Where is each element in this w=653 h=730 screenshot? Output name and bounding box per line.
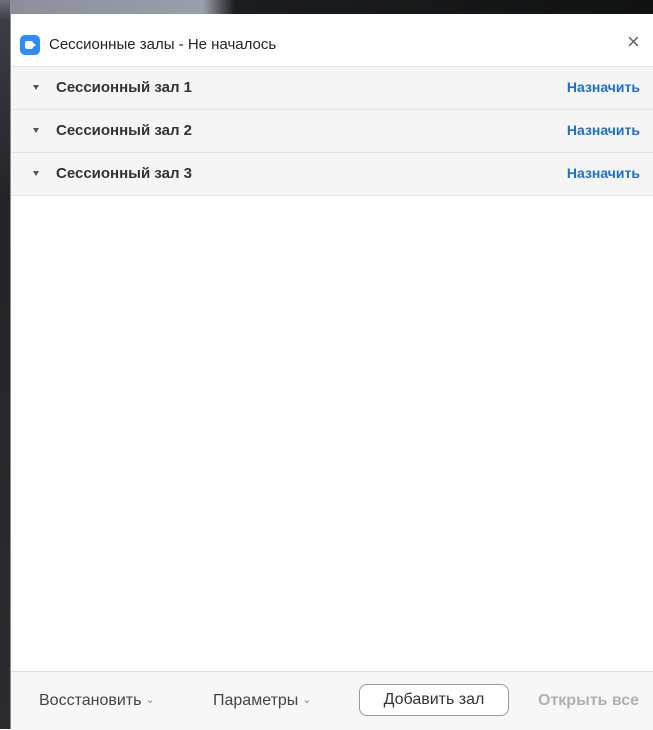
zoom-app-icon — [20, 35, 40, 55]
footer-bar: Восстановить ⌄ Параметры ⌄ Добавить зал От… — [11, 671, 653, 730]
room-name: Сессионный зал 3 — [56, 165, 193, 182]
add-room-button[interactable]: Добавить зал — [359, 684, 509, 716]
room-name: Сессионный зал 1 — [56, 79, 193, 96]
expand-caret-icon[interactable] — [33, 85, 39, 90]
restore-button[interactable]: Восстановить ⌄ — [39, 692, 155, 710]
room-row-2[interactable]: Сессионный зал 2 Назначить — [11, 109, 653, 152]
chevron-down-icon: ⌄ — [302, 694, 312, 706]
background-edge — [0, 0, 10, 729]
title-bar: Сессионные залы - Не началось × — [11, 14, 653, 66]
open-all-rooms-button[interactable]: Открыть все — [538, 692, 639, 710]
breakout-rooms-window: Сессионные залы - Не началось × Сессионн… — [10, 14, 653, 730]
room-row-1[interactable]: Сессионный зал 1 Назначить — [11, 66, 653, 109]
window-title: Сессионные залы - Не началось — [49, 36, 277, 53]
background-strip — [10, 0, 653, 14]
params-label: Параметры — [213, 692, 299, 709]
room-name: Сессионный зал 2 — [56, 122, 193, 139]
chevron-down-icon: ⌄ — [145, 694, 155, 706]
camera-lens-icon — [32, 42, 36, 48]
params-button[interactable]: Параметры ⌄ — [213, 692, 312, 710]
assign-link[interactable]: Назначить — [567, 79, 640, 95]
room-row-3[interactable]: Сессионный зал 3 Назначить — [11, 152, 653, 196]
close-icon[interactable]: × — [627, 31, 640, 53]
assign-link[interactable]: Назначить — [567, 122, 640, 138]
assign-link[interactable]: Назначить — [567, 165, 640, 181]
expand-caret-icon[interactable] — [33, 171, 39, 176]
restore-label: Восстановить — [39, 692, 142, 709]
expand-caret-icon[interactable] — [33, 128, 39, 133]
